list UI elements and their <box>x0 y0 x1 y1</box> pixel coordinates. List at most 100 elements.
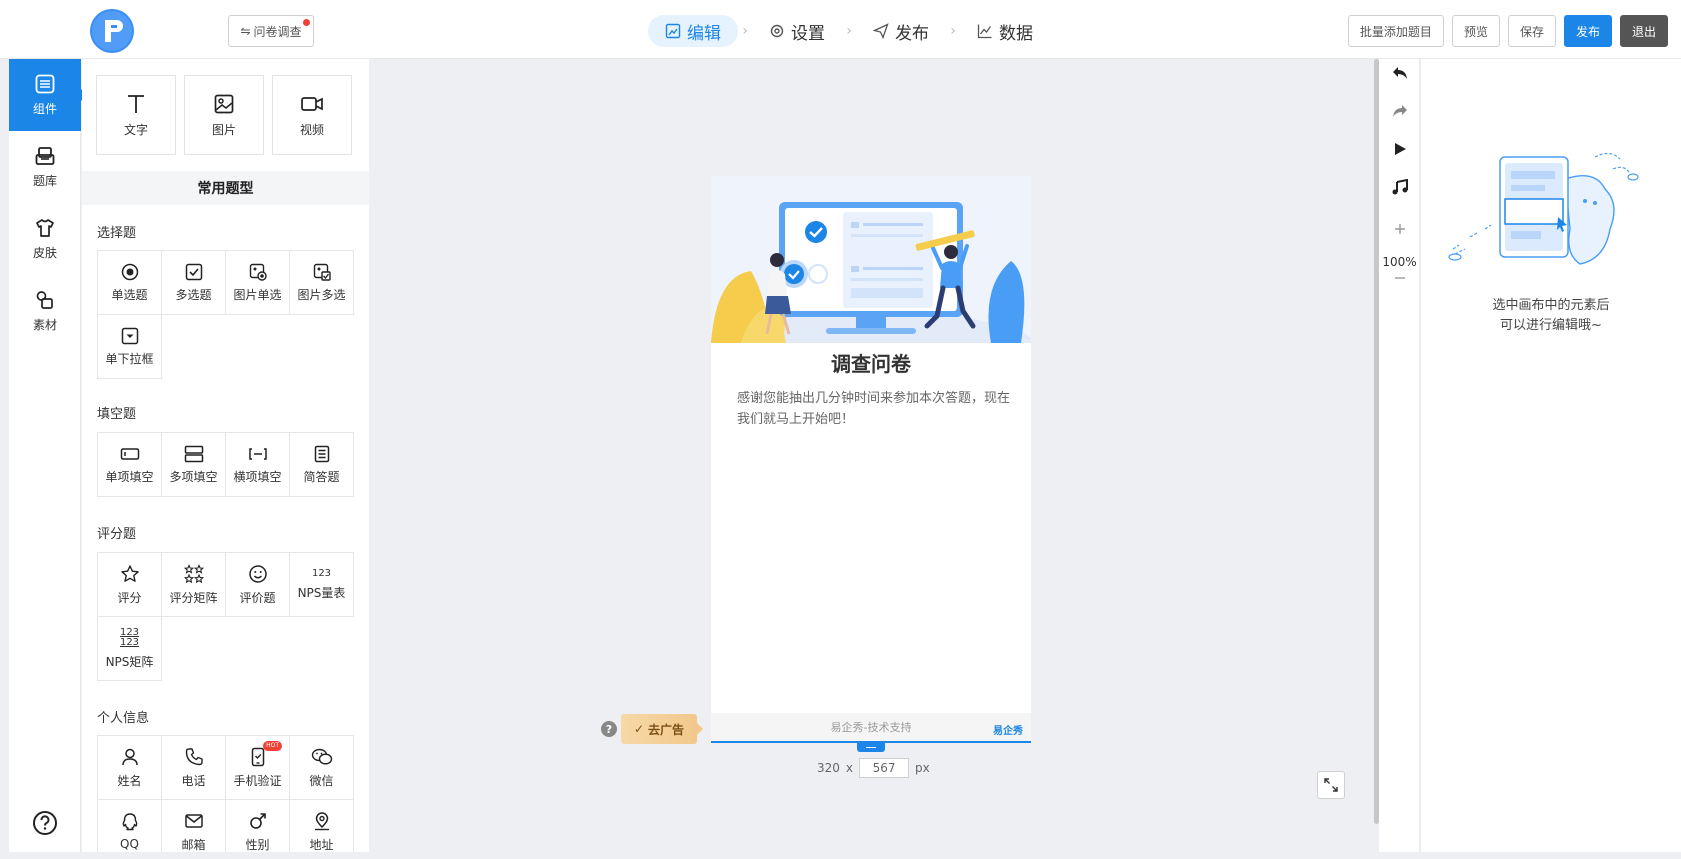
batch-add-button[interactable]: 批量添加题目 <box>1347 15 1444 47</box>
skin-icon <box>36 219 54 237</box>
send-icon <box>873 23 889 39</box>
wechat-icon <box>311 748 332 765</box>
canvas-area: 调查问卷 感谢您能抽出几分钟时间来参加本次答题，现在我们就马上开始吧！ ? ✓ … <box>369 59 1379 852</box>
rail-item-material[interactable]: 素材 <box>9 275 81 347</box>
nps-glyph-top: 123 <box>119 626 140 638</box>
gender-item[interactable]: 性别 <box>226 800 290 852</box>
short-answer-item[interactable]: 简答题 <box>290 433 354 497</box>
media-label: 视频 <box>299 122 324 137</box>
music-button[interactable] <box>1379 175 1420 199</box>
tool-column: 100% <box>1379 59 1420 852</box>
step-settings[interactable]: 设置 <box>752 15 842 47</box>
wechat-item[interactable]: 微信 <box>290 736 354 800</box>
survey-description[interactable]: 感谢您能抽出几分钟时间来参加本次答题，现在我们就马上开始吧！ <box>737 388 1017 430</box>
rail-item-components[interactable]: 组件 <box>9 59 87 131</box>
times-sign: x <box>845 761 854 775</box>
swap-icon: ⇋ <box>240 24 251 38</box>
radio-icon <box>121 263 138 280</box>
ad-help-icon[interactable]: ? <box>601 721 617 737</box>
plus-icon <box>1394 224 1405 234</box>
address-item[interactable]: 地址 <box>290 800 354 852</box>
preview-button[interactable]: 预览 <box>1451 15 1500 47</box>
evaluation-item[interactable]: 评价题 <box>226 553 290 617</box>
tech-support-footer: 易企秀-技术支持 易企秀 <box>711 713 1031 743</box>
email-item[interactable]: 邮箱 <box>162 800 226 852</box>
survey-type-button[interactable]: ⇋ 问卷调查 <box>228 15 314 47</box>
multi-fill-item[interactable]: 多项填空 <box>162 433 226 497</box>
item-label: 手机验证 <box>233 773 282 788</box>
image-component[interactable]: 图片 <box>184 75 264 155</box>
phone-icon <box>185 747 203 765</box>
video-component[interactable]: 视频 <box>272 75 352 155</box>
remove-ads-button[interactable]: ✓ 去广告 <box>621 714 703 744</box>
item-label: 邮箱 <box>181 837 206 852</box>
item-label: 图片多选 <box>297 287 346 302</box>
empty-state-hint: 选中画布中的元素后 可以进行编辑哦~ <box>1421 296 1681 336</box>
redo-button[interactable] <box>1379 99 1420 123</box>
rail-item-label: 皮肤 <box>32 246 57 260</box>
dropdown-item[interactable]: 单下拉框 <box>98 315 162 379</box>
step-publish[interactable]: 发布 <box>856 15 946 47</box>
rating-item[interactable]: 评分 <box>98 553 162 617</box>
item-label: 评价题 <box>239 590 276 605</box>
step-edit-label: 编辑 <box>687 23 721 44</box>
single-choice-item[interactable]: 单选题 <box>98 251 162 315</box>
step-publish-label: 发布 <box>895 23 929 44</box>
component-icon <box>35 74 55 94</box>
item-label: 多项填空 <box>169 469 218 484</box>
multi-choice-item[interactable]: 多选题 <box>162 251 226 315</box>
nps-matrix-item[interactable]: 123 123 NPS矩阵 <box>98 617 162 681</box>
image-multi-choice-item[interactable]: 图片多选 <box>290 251 354 315</box>
rail-item-skin[interactable]: 皮肤 <box>9 203 81 275</box>
page-size-row: 320 x px <box>817 758 930 778</box>
hint-line-1: 选中画布中的元素后 <box>1492 298 1610 313</box>
app-logo[interactable] <box>90 9 134 53</box>
phone-item[interactable]: 电话 <box>162 736 226 800</box>
undo-button[interactable] <box>1379 61 1420 85</box>
page-resize-handle[interactable] <box>857 743 885 752</box>
image-single-choice-item[interactable]: 图片单选 <box>226 251 290 315</box>
single-fill-item[interactable]: 单项填空 <box>98 433 162 497</box>
zoom-in-button[interactable] <box>1379 217 1420 241</box>
size-unit: px <box>915 761 930 775</box>
item-label: 单选题 <box>111 287 148 302</box>
survey-page[interactable]: 调查问卷 感谢您能抽出几分钟时间来参加本次答题，现在我们就马上开始吧！ <box>711 176 1031 713</box>
fullscreen-button[interactable] <box>1317 771 1345 799</box>
step-data[interactable]: 数据 <box>960 15 1050 47</box>
page-height-input[interactable] <box>859 758 910 778</box>
zoom-out-button[interactable] <box>1379 266 1420 290</box>
phone-verify-item[interactable]: HOT 手机验证 <box>226 736 290 800</box>
item-label: 地址 <box>309 837 334 852</box>
footer-text: 易企秀-技术支持 <box>830 721 912 734</box>
step-edit[interactable]: 编辑 <box>648 15 738 47</box>
text-component[interactable]: 文字 <box>96 75 176 155</box>
horizontal-fill-item[interactable]: 横项填空 <box>226 433 290 497</box>
item-label: 多选题 <box>175 287 212 302</box>
item-label: 评分 <box>117 590 142 605</box>
nps-icon: 123 <box>311 567 332 579</box>
fill-grid: 单项填空 多项填空 横项填空 简答题 <box>97 432 354 497</box>
publish-button[interactable]: 发布 <box>1563 15 1612 47</box>
survey-title[interactable]: 调查问卷 <box>711 348 1031 377</box>
item-label: 单下拉框 <box>105 351 154 366</box>
name-item[interactable]: 姓名 <box>98 736 162 800</box>
input-box-icon <box>120 447 139 460</box>
qq-item[interactable]: QQ <box>98 800 162 852</box>
rail-item-label: 题库 <box>32 174 57 188</box>
gender-icon <box>249 812 266 829</box>
nps-scale-item[interactable]: 123 NPS量表 <box>290 553 354 617</box>
rating-matrix-item[interactable]: 评分矩阵 <box>162 553 226 617</box>
rail-item-question-bank[interactable]: 题库 <box>9 131 81 203</box>
help-icon[interactable] <box>32 810 58 836</box>
exit-button[interactable]: 退出 <box>1619 15 1668 47</box>
video-icon <box>301 96 323 111</box>
item-label: 微信 <box>309 773 334 788</box>
step-data-label: 数据 <box>999 23 1033 44</box>
material-icon <box>36 291 53 309</box>
play-button[interactable] <box>1379 137 1420 161</box>
section-label-rating: 评分题 <box>97 527 137 542</box>
media-row: 文字 图片 视频 <box>96 75 352 155</box>
save-button[interactable]: 保存 <box>1507 15 1556 47</box>
checkbox-icon <box>185 263 202 280</box>
section-label-fill: 填空题 <box>97 407 137 422</box>
